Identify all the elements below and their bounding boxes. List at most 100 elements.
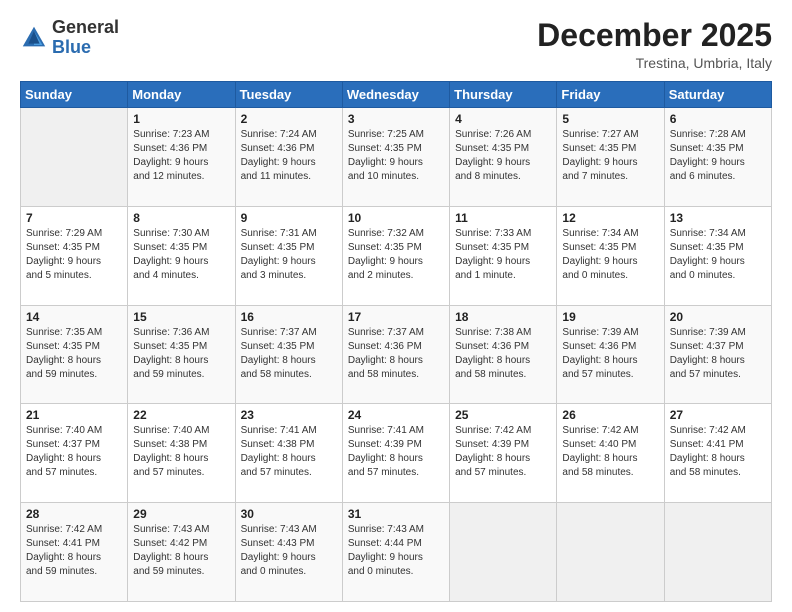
month-title: December 2025 [537,18,772,53]
day-detail: Sunrise: 7:24 AMSunset: 4:36 PMDaylight:… [241,128,337,184]
day-detail: Sunrise: 7:26 AMSunset: 4:35 PMDaylight:… [455,128,551,184]
day-detail: Sunrise: 7:34 AMSunset: 4:35 PMDaylight:… [562,227,658,283]
header: General Blue December 2025 Trestina, Umb… [20,18,772,71]
day-number: 10 [348,211,444,225]
day-number: 26 [562,408,658,422]
day-number: 3 [348,112,444,126]
day-number: 30 [241,507,337,521]
day-number: 25 [455,408,551,422]
calendar-cell: 23 Sunrise: 7:41 AMSunset: 4:38 PMDayligh… [235,404,342,503]
days-header-row: Sunday Monday Tuesday Wednesday Thursday… [21,82,772,108]
calendar-cell: 8 Sunrise: 7:30 AMSunset: 4:35 PMDaylight… [128,206,235,305]
day-detail: Sunrise: 7:37 AMSunset: 4:36 PMDaylight:… [348,326,444,382]
day-number: 7 [26,211,122,225]
day-detail: Sunrise: 7:25 AMSunset: 4:35 PMDaylight:… [348,128,444,184]
day-number: 8 [133,211,229,225]
day-number: 21 [26,408,122,422]
calendar-cell: 6Sunrise: 7:28 AMSunset: 4:35 PMDaylight… [664,108,771,207]
calendar-cell: 18 Sunrise: 7:38 AMSunset: 4:36 PMDayligh… [450,305,557,404]
day-detail: Sunrise: 7:43 AMSunset: 4:43 PMDaylight:… [241,523,337,579]
calendar-header: Sunday Monday Tuesday Wednesday Thursday… [21,82,772,108]
page: General Blue December 2025 Trestina, Umb… [0,0,792,612]
day-detail: Sunrise: 7:30 AMSunset: 4:35 PMDaylight:… [133,227,229,283]
day-detail: Sunrise: 7:37 AMSunset: 4:35 PMDaylight:… [241,326,337,382]
day-detail: Sunrise: 7:33 AMSunset: 4:35 PMDaylight:… [455,227,551,283]
day-number: 27 [670,408,766,422]
day-detail: Sunrise: 7:29 AMSunset: 4:35 PMDaylight:… [26,227,122,283]
calendar-cell: 3 Sunrise: 7:25 AMSunset: 4:35 PMDaylight… [342,108,449,207]
day-number: 15 [133,310,229,324]
calendar-cell [664,503,771,602]
calendar-cell: 12 Sunrise: 7:34 AMSunset: 4:35 PMDayligh… [557,206,664,305]
logo-general-text: General [52,17,119,37]
calendar-cell: 15 Sunrise: 7:36 AMSunset: 4:35 PMDayligh… [128,305,235,404]
day-number: 4 [455,112,551,126]
header-thursday: Thursday [450,82,557,108]
calendar-cell: 16 Sunrise: 7:37 AMSunset: 4:35 PMDayligh… [235,305,342,404]
calendar-cell: 25Sunrise: 7:42 AMSunset: 4:39 PMDayligh… [450,404,557,503]
day-number: 14 [26,310,122,324]
day-detail: Sunrise: 7:40 AMSunset: 4:37 PMDaylight:… [26,424,122,480]
title-block: December 2025 Trestina, Umbria, Italy [537,18,772,71]
day-number: 28 [26,507,122,521]
header-wednesday: Wednesday [342,82,449,108]
logo: General Blue [20,18,119,58]
day-number: 24 [348,408,444,422]
header-friday: Friday [557,82,664,108]
calendar-cell: 17 Sunrise: 7:37 AMSunset: 4:36 PMDayligh… [342,305,449,404]
logo-text: General Blue [52,18,119,58]
calendar-cell: 14 Sunrise: 7:35 AMSunset: 4:35 PMDayligh… [21,305,128,404]
calendar-cell [557,503,664,602]
day-number: 19 [562,310,658,324]
day-detail: Sunrise: 7:31 AMSunset: 4:35 PMDaylight:… [241,227,337,283]
day-number: 12 [562,211,658,225]
calendar-cell: 10 Sunrise: 7:32 AMSunset: 4:35 PMDayligh… [342,206,449,305]
calendar-cell: 24Sunrise: 7:41 AMSunset: 4:39 PMDayligh… [342,404,449,503]
calendar-cell: 27 Sunrise: 7:42 AMSunset: 4:41 PMDayligh… [664,404,771,503]
day-detail: Sunrise: 7:39 AMSunset: 4:36 PMDaylight:… [562,326,658,382]
day-detail: Sunrise: 7:42 AMSunset: 4:41 PMDaylight:… [670,424,766,480]
day-detail: Sunrise: 7:36 AMSunset: 4:35 PMDaylight:… [133,326,229,382]
calendar-week-2: 7 Sunrise: 7:29 AMSunset: 4:35 PMDaylight… [21,206,772,305]
calendar-body: 1Sunrise: 7:23 AMSunset: 4:36 PMDaylight… [21,108,772,602]
calendar-week-1: 1Sunrise: 7:23 AMSunset: 4:36 PMDaylight… [21,108,772,207]
day-detail: Sunrise: 7:39 AMSunset: 4:37 PMDaylight:… [670,326,766,382]
day-number: 18 [455,310,551,324]
calendar-cell: 26Sunrise: 7:42 AMSunset: 4:40 PMDayligh… [557,404,664,503]
logo-icon [20,24,48,52]
day-number: 9 [241,211,337,225]
day-detail: Sunrise: 7:41 AMSunset: 4:38 PMDaylight:… [241,424,337,480]
calendar-cell: 13Sunrise: 7:34 AMSunset: 4:35 PMDayligh… [664,206,771,305]
calendar-cell [21,108,128,207]
day-detail: Sunrise: 7:32 AMSunset: 4:35 PMDaylight:… [348,227,444,283]
day-number: 2 [241,112,337,126]
day-number: 31 [348,507,444,521]
calendar-cell: 21 Sunrise: 7:40 AMSunset: 4:37 PMDayligh… [21,404,128,503]
calendar-cell: 4 Sunrise: 7:26 AMSunset: 4:35 PMDaylight… [450,108,557,207]
day-detail: Sunrise: 7:43 AMSunset: 4:44 PMDaylight:… [348,523,444,579]
calendar-cell: 22Sunrise: 7:40 AMSunset: 4:38 PMDayligh… [128,404,235,503]
calendar-cell: 5Sunrise: 7:27 AMSunset: 4:35 PMDaylight… [557,108,664,207]
day-number: 17 [348,310,444,324]
day-detail: Sunrise: 7:35 AMSunset: 4:35 PMDaylight:… [26,326,122,382]
day-number: 20 [670,310,766,324]
header-saturday: Saturday [664,82,771,108]
day-number: 23 [241,408,337,422]
calendar-cell: 30 Sunrise: 7:43 AMSunset: 4:43 PMDayligh… [235,503,342,602]
header-tuesday: Tuesday [235,82,342,108]
day-number: 16 [241,310,337,324]
day-number: 6 [670,112,766,126]
calendar-cell: 11Sunrise: 7:33 AMSunset: 4:35 PMDayligh… [450,206,557,305]
calendar-cell: 31 Sunrise: 7:43 AMSunset: 4:44 PMDayligh… [342,503,449,602]
day-detail: Sunrise: 7:43 AMSunset: 4:42 PMDaylight:… [133,523,229,579]
calendar-week-4: 21 Sunrise: 7:40 AMSunset: 4:37 PMDayligh… [21,404,772,503]
calendar-cell [450,503,557,602]
day-detail: Sunrise: 7:34 AMSunset: 4:35 PMDaylight:… [670,227,766,283]
calendar-cell: 7 Sunrise: 7:29 AMSunset: 4:35 PMDaylight… [21,206,128,305]
calendar-table: Sunday Monday Tuesday Wednesday Thursday… [20,81,772,602]
calendar-cell: 19 Sunrise: 7:39 AMSunset: 4:36 PMDayligh… [557,305,664,404]
day-number: 1 [133,112,229,126]
day-detail: Sunrise: 7:38 AMSunset: 4:36 PMDaylight:… [455,326,551,382]
day-detail: Sunrise: 7:27 AMSunset: 4:35 PMDaylight:… [562,128,658,184]
calendar-cell: 2 Sunrise: 7:24 AMSunset: 4:36 PMDaylight… [235,108,342,207]
